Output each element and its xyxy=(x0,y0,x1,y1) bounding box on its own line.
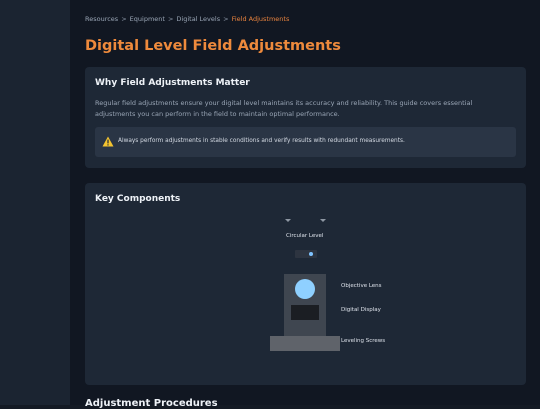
adjustment-screw-right-icon xyxy=(320,219,326,222)
objective-lens-icon xyxy=(295,279,315,299)
why-card-title: Why Field Adjustments Matter xyxy=(95,78,250,88)
adjustment-procedures-heading: Adjustment Procedures xyxy=(85,398,218,409)
breadcrumb-separator: > xyxy=(121,15,127,23)
adjustment-screw-left-icon xyxy=(285,219,291,222)
breadcrumb-separator: > xyxy=(167,15,174,23)
objective-lens-label: Objective Lens xyxy=(341,283,382,289)
warning-callout: Always perform adjustments in stable con… xyxy=(95,127,516,157)
digital-display-label: Digital Display xyxy=(341,307,381,313)
sidebar xyxy=(0,0,70,405)
warning-triangle-icon xyxy=(102,136,114,147)
circular-level-vial xyxy=(295,250,317,258)
breadcrumb-current: Field Adjustments xyxy=(231,15,290,23)
breadcrumb-item-resources[interactable]: Resources xyxy=(85,15,118,23)
breadcrumb: Resources > Equipment > Digital Levels > Field… xyxy=(85,15,289,23)
digital-display-icon xyxy=(291,305,319,320)
why-adjustments-card: Why Field Adjustments Matter Regular fie… xyxy=(85,67,526,168)
bubble-icon xyxy=(309,252,313,256)
page-title: Digital Level Field Adjustments xyxy=(85,38,341,54)
components-card-title: Key Components xyxy=(95,194,181,204)
key-components-card: Key Components Circular Level Objective … xyxy=(85,183,526,385)
breadcrumb-item-equipment[interactable]: Equipment xyxy=(130,15,165,23)
circular-level-label: Circular Level xyxy=(286,233,324,239)
leveling-screws-label: Leveling Screws xyxy=(341,338,386,344)
warning-text: Always perform adjustments in stable con… xyxy=(118,138,405,144)
main-content: Resources > Equipment > Digital Levels > Field… xyxy=(70,0,540,409)
breadcrumb-item-digital-levels[interactable]: Digital Levels xyxy=(176,15,220,23)
why-card-body: Regular field adjustments ensure your di… xyxy=(95,99,473,118)
breadcrumb-separator: > xyxy=(223,15,229,23)
leveling-base xyxy=(270,336,340,351)
